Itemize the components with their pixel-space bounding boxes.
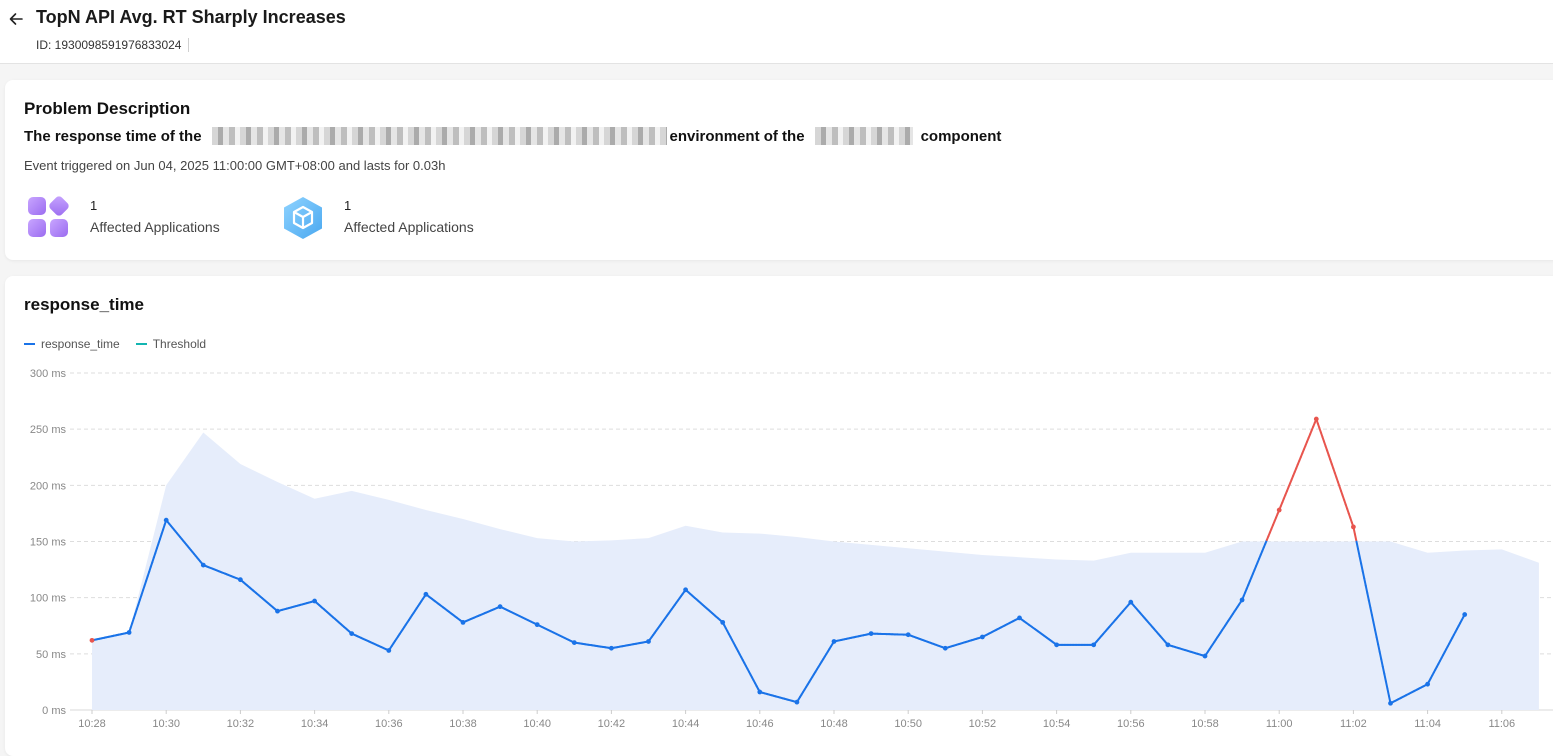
data-point <box>461 620 466 625</box>
desc-text-1: The response time of the <box>24 128 202 145</box>
data-point <box>572 640 577 645</box>
cube-icon <box>280 195 326 241</box>
data-point <box>1166 642 1171 647</box>
problem-description-card: Problem Description The response time of… <box>5 80 1553 260</box>
data-point <box>1203 654 1208 659</box>
x-tick-label: 10:56 <box>1117 718 1145 730</box>
data-point <box>1277 508 1282 513</box>
redacted-component-name <box>815 127 913 145</box>
x-tick-label: 11:00 <box>1266 718 1293 730</box>
affected-components-label: Affected Applications <box>344 215 474 239</box>
x-tick-label: 10:40 <box>523 718 551 730</box>
data-point <box>943 646 948 651</box>
data-point <box>535 622 540 627</box>
data-point <box>1240 598 1245 603</box>
data-point <box>498 604 503 609</box>
x-tick-label: 10:36 <box>375 718 403 730</box>
affected-apps-stat: 1 Affected Applications <box>26 195 220 241</box>
data-point <box>980 635 985 640</box>
page-header: TopN API Avg. RT Sharply Increases ID: 1… <box>0 0 1553 64</box>
response-time-chart[interactable]: 0 ms 50 ms 100 ms 150 ms 200 ms 250 ms 300 ms 1… <box>0 276 1553 739</box>
arrow-left-icon <box>8 11 24 27</box>
x-tick-label: 11:02 <box>1340 718 1367 730</box>
x-tick-label: 10:46 <box>746 718 774 730</box>
data-point <box>386 648 391 653</box>
x-tick-label: 10:44 <box>672 718 700 730</box>
data-point <box>164 518 169 523</box>
back-button[interactable] <box>6 9 26 29</box>
data-point <box>906 632 911 637</box>
data-point <box>1017 615 1022 620</box>
problem-description: The response time of the environment of … <box>24 125 1001 147</box>
series-segment <box>1355 534 1357 541</box>
x-tick-label: 11:06 <box>1488 718 1515 730</box>
redacted-environment-name <box>212 127 667 145</box>
y-tick-label: 0 ms <box>42 705 66 717</box>
y-tick-label: 100 ms <box>30 593 67 605</box>
event-id: ID: 1930098591976833024 <box>36 38 189 52</box>
x-tick-label: 10:50 <box>894 718 922 730</box>
page-title: TopN API Avg. RT Sharply Increases <box>36 7 346 28</box>
x-tick-label: 10:30 <box>152 718 180 730</box>
data-point <box>127 630 132 635</box>
data-point <box>1388 701 1393 706</box>
threshold-band <box>92 433 1539 711</box>
affected-components-count: 1 <box>344 197 474 215</box>
data-point <box>424 592 429 597</box>
data-point <box>90 638 95 643</box>
data-point <box>757 690 762 695</box>
data-point <box>646 639 651 644</box>
data-point <box>720 620 725 625</box>
event-trigger-info: Event triggered on Jun 04, 2025 11:00:00… <box>24 158 445 173</box>
data-point <box>1462 612 1467 617</box>
x-tick-label: 10:28 <box>78 718 106 730</box>
data-point <box>312 599 317 604</box>
x-tick-label: 10:38 <box>449 718 477 730</box>
desc-text-3: component <box>921 128 1002 145</box>
x-tick-label: 10:42 <box>598 718 626 730</box>
data-point <box>609 646 614 651</box>
x-tick-label: 11:04 <box>1414 718 1441 730</box>
affected-apps-count: 1 <box>90 197 220 215</box>
data-point <box>1128 600 1133 605</box>
data-point <box>869 631 874 636</box>
data-point <box>1054 642 1059 647</box>
problem-heading: Problem Description <box>24 99 190 119</box>
apps-grid-icon <box>26 195 72 241</box>
x-tick-label: 10:58 <box>1191 718 1219 730</box>
affected-components-stat: 1 Affected Applications <box>280 195 474 241</box>
x-tick-label: 10:54 <box>1043 718 1071 730</box>
data-point <box>683 587 688 592</box>
x-tick-label: 10:32 <box>227 718 255 730</box>
data-point <box>238 577 243 582</box>
data-point <box>1425 682 1430 687</box>
y-tick-label: 200 ms <box>30 480 67 492</box>
data-point <box>795 700 800 705</box>
y-tick-label: 50 ms <box>36 649 66 661</box>
y-tick-label: 300 ms <box>30 368 67 380</box>
desc-text-2: environment of the <box>670 128 805 145</box>
data-point <box>1351 524 1356 529</box>
data-point <box>349 631 354 636</box>
y-tick-label: 250 ms <box>30 424 67 436</box>
data-point <box>1091 642 1096 647</box>
x-tick-label: 10:48 <box>820 718 848 730</box>
x-tick-label: 10:34 <box>301 718 329 730</box>
data-point <box>1314 417 1319 422</box>
data-point <box>201 563 206 568</box>
x-tick-label: 10:52 <box>969 718 997 730</box>
data-point <box>275 609 280 614</box>
data-point <box>832 639 837 644</box>
y-tick-label: 150 ms <box>30 537 67 549</box>
affected-apps-label: Affected Applications <box>90 215 220 239</box>
